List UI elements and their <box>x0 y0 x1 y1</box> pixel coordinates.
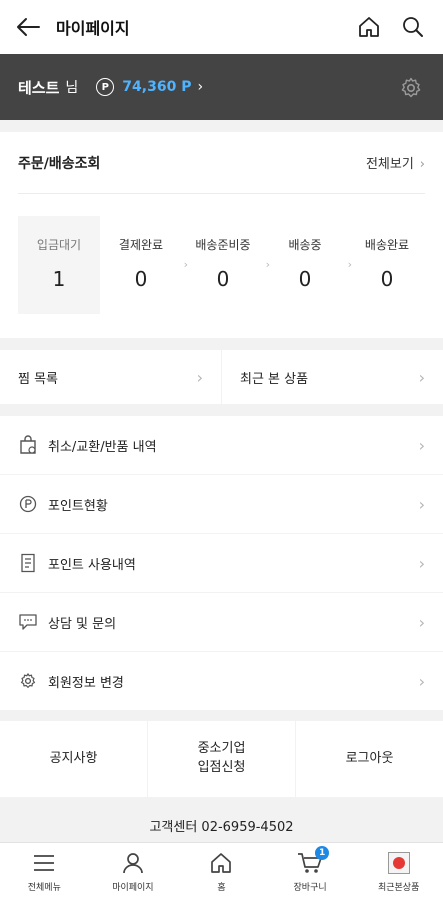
recent-product-dot <box>392 857 405 869</box>
status-label: 결제완료 <box>118 238 164 252</box>
search-button[interactable] <box>391 0 435 54</box>
order-section-title: 주문/배송조회 <box>18 155 101 172</box>
home-button[interactable] <box>347 0 391 54</box>
nav-cart[interactable]: 1 장바구니 <box>266 843 355 900</box>
view-all-orders-link[interactable]: 전체보기 › <box>366 153 425 172</box>
chevron-right-icon: › <box>419 157 425 172</box>
chevron-right-icon: › <box>418 435 425 455</box>
menu-item-inquiry[interactable]: 상담 및 문의 › <box>0 593 443 651</box>
recently-viewed-label: 최근 본 상품 <box>240 371 309 387</box>
user-honorific: 님 <box>65 80 79 96</box>
nav-label: 전체메뉴 <box>27 883 61 893</box>
order-status-row: 입금대기 1 결제완료 0 › 배송준비중 0 › 배송중 0 › 배송완료 0 <box>18 216 428 314</box>
recent-products-icon <box>386 850 412 876</box>
user-icon <box>120 850 146 876</box>
nav-recently-viewed[interactable]: 최근본상품 <box>354 843 443 900</box>
chevron-right-icon: › <box>197 79 204 95</box>
status-awaiting-payment[interactable]: 입금대기 1 <box>18 216 100 314</box>
account-menu: 취소/교환/반품 내역 › 포인트현황 › 포인트 사용내역 › 상담 및 문의… <box>0 416 443 710</box>
status-count: 1 <box>52 267 66 291</box>
nav-home[interactable]: 홈 <box>177 843 266 900</box>
sme-label-line1: 중소기업 <box>197 741 246 757</box>
menu-item-label: 취소/교환/반품 내역 <box>48 439 157 455</box>
menu-item-label: 상담 및 문의 <box>48 616 117 632</box>
point-circle-icon <box>18 494 38 514</box>
my-page: 마이페이지 테스트 님 P 74,360 P › 주문/배송조회 전체보기 › … <box>0 0 443 900</box>
search-icon <box>403 17 423 37</box>
menu-item-label: 회원정보 변경 <box>48 675 124 691</box>
menu-item-edit-member-info[interactable]: 회원정보 변경 › <box>0 652 443 710</box>
point-balance-link[interactable]: 74,360 P <box>122 79 191 95</box>
menu-item-point-history[interactable]: 포인트 사용내역 › <box>0 534 443 592</box>
recently-viewed-link[interactable]: 최근 본 상품 › <box>222 350 443 404</box>
status-payment-complete[interactable]: 결제완료 0 › <box>100 216 188 314</box>
sme-label-line2: 입점신청 <box>197 760 246 775</box>
hamburger-menu-icon <box>31 850 57 876</box>
chevron-right-icon: › <box>418 612 425 632</box>
order-section-header: 주문/배송조회 전체보기 › <box>18 132 425 194</box>
view-all-label: 전체보기 <box>365 157 414 172</box>
wishlist-link[interactable]: 찜 목록 › <box>0 350 221 404</box>
chevron-right-icon: › <box>418 671 425 691</box>
cart-icon: 1 <box>297 846 330 876</box>
settings-gear-icon[interactable] <box>399 76 423 100</box>
nav-label: 장바구니 <box>293 883 327 893</box>
point-icon: P <box>96 78 115 96</box>
shopping-bag-icon <box>18 435 38 455</box>
wishlist-label: 찜 목록 <box>18 371 59 387</box>
footer-button-row: 공지사항 중소기업 입점신청 로그아웃 <box>0 721 443 797</box>
home-icon <box>208 850 234 876</box>
home-icon <box>359 17 379 37</box>
notice-button[interactable]: 공지사항 <box>0 721 147 797</box>
chat-icon <box>18 612 38 632</box>
sme-application-label: 중소기업 입점신청 <box>198 740 246 778</box>
chevron-right-icon: › <box>418 494 425 514</box>
chevron-right-icon: › <box>196 367 203 387</box>
gear-icon <box>18 671 38 691</box>
nav-label: 홈 <box>217 883 226 893</box>
top-header: 마이페이지 <box>0 0 443 54</box>
chevron-right-icon: › <box>418 553 425 573</box>
status-shipping[interactable]: 배송중 0 › <box>264 216 352 314</box>
order-delivery-section: 주문/배송조회 전체보기 › 입금대기 1 결제완료 0 › 배송준비중 0 › … <box>0 132 443 338</box>
user-summary-bar: 테스트 님 P 74,360 P › <box>0 54 443 120</box>
chevron-right-icon: › <box>418 367 425 387</box>
status-label: 입금대기 <box>36 238 82 252</box>
shortcut-row: 찜 목록 › 최근 본 상품 › <box>0 350 443 404</box>
status-label: 배송완료 <box>364 238 410 252</box>
bottom-navigation: 전체메뉴 마이페이지 홈 1 장바구니 최근본상품 <box>0 842 443 900</box>
nav-all-menu[interactable]: 전체메뉴 <box>0 843 89 900</box>
sme-application-button[interactable]: 중소기업 입점신청 <box>148 721 295 797</box>
customer-center-phone[interactable]: 고객센터 02-6959-4502 <box>0 816 443 835</box>
menu-item-point-status[interactable]: 포인트현황 › <box>0 475 443 533</box>
status-label: 배송중 <box>288 238 322 252</box>
status-count: 0 <box>298 267 312 291</box>
status-count: 0 <box>216 267 230 291</box>
user-name: 테스트 <box>18 78 60 97</box>
cart-count-badge: 1 <box>315 846 330 860</box>
menu-item-label: 포인트현황 <box>48 498 108 514</box>
menu-item-cancel-exchange-return[interactable]: 취소/교환/반품 내역 › <box>0 416 443 474</box>
status-delivered[interactable]: 배송완료 0 <box>346 216 428 314</box>
status-label: 배송준비중 <box>195 238 251 252</box>
menu-item-label: 포인트 사용내역 <box>48 557 136 573</box>
page-title: 마이페이지 <box>56 19 130 38</box>
nav-label: 마이페이지 <box>112 883 154 893</box>
back-button[interactable] <box>0 0 56 54</box>
document-icon <box>18 553 38 573</box>
nav-my-page[interactable]: 마이페이지 <box>89 843 178 900</box>
recent-product-thumbnail <box>387 852 410 874</box>
status-count: 0 <box>134 267 148 291</box>
nav-label: 최근본상품 <box>377 883 420 893</box>
arrow-left-icon <box>17 18 40 36</box>
status-count: 0 <box>380 267 394 291</box>
logout-button[interactable]: 로그아웃 <box>296 721 443 797</box>
status-preparing[interactable]: 배송준비중 0 › <box>182 216 270 314</box>
